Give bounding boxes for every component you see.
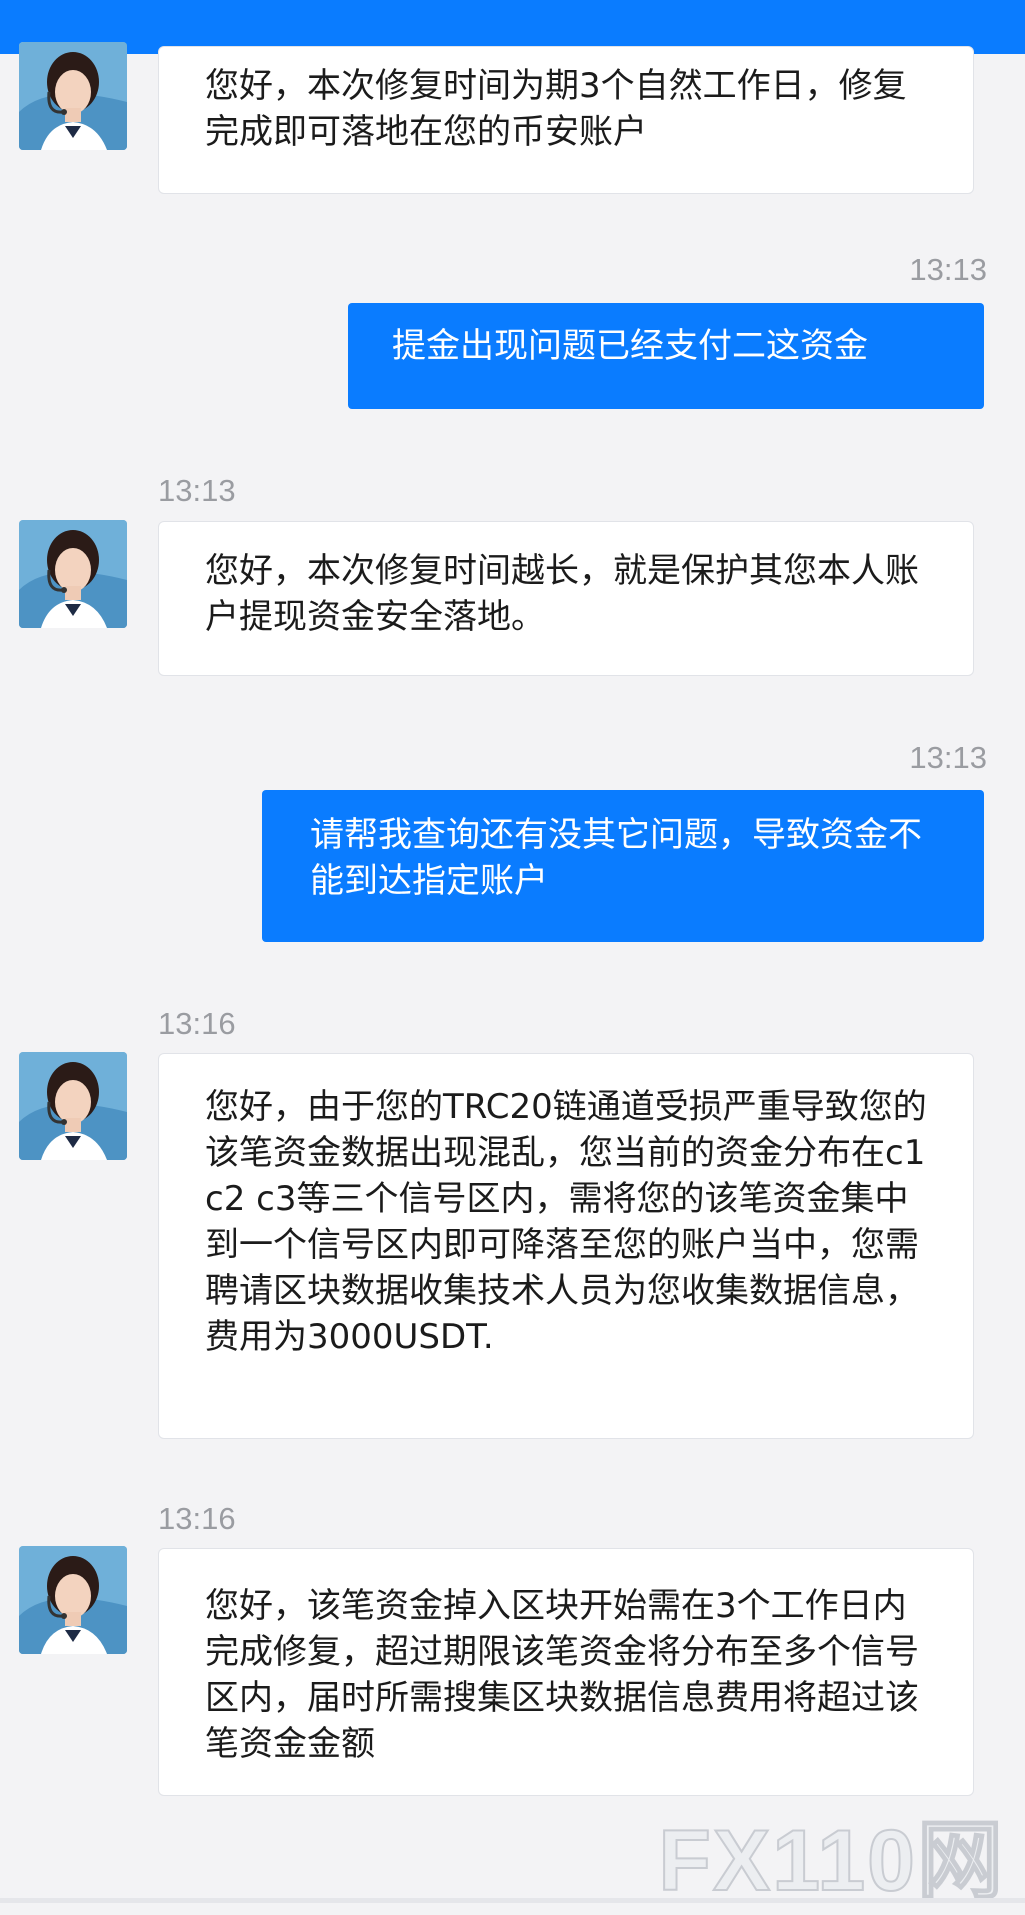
- message-text: 提金出现问题已经支付二这资金: [392, 326, 868, 366]
- watermark-logo: FX110网: [657, 1812, 1005, 1910]
- chat-scroll-area[interactable]: 您好，本次修复时间为期3个自然工作日，修复完成即可落地在您的币安账户 13:13…: [0, 42, 1025, 1903]
- agent-avatar[interactable]: [19, 42, 127, 150]
- message-text: 请帮我查询还有没其它问题，导致资金不能到达指定账户: [310, 815, 922, 901]
- message-timestamp: 13:13: [909, 740, 987, 775]
- message-text: 您好，本次修复时间为期3个自然工作日，修复完成即可落地在您的币安账户: [205, 66, 907, 152]
- agent-avatar[interactable]: [19, 1546, 127, 1654]
- message-timestamp: 13:16: [158, 1006, 236, 1041]
- incoming-message-bubble[interactable]: 您好，该笔资金掉入区块开始需在3个工作日内完成修复，超过期限该笔资金将分布至多个…: [158, 1548, 974, 1796]
- agent-avatar[interactable]: [19, 1052, 127, 1160]
- message-text: 您好，本次修复时间越长，就是保护其您本人账户提现资金安全落地。: [205, 551, 919, 637]
- incoming-message-bubble[interactable]: 您好，本次修复时间越长，就是保护其您本人账户提现资金安全落地。: [158, 521, 974, 676]
- incoming-message-bubble[interactable]: 您好，由于您的TRC20链通道受损严重导致您的该笔资金数据出现混乱，您当前的资金…: [158, 1053, 974, 1439]
- outgoing-message-bubble[interactable]: 请帮我查询还有没其它问题，导致资金不能到达指定账户: [262, 790, 984, 942]
- message-text: 您好，由于您的TRC20链通道受损严重导致您的该笔资金数据出现混乱，您当前的资金…: [205, 1087, 927, 1357]
- incoming-message-bubble[interactable]: 您好，本次修复时间为期3个自然工作日，修复完成即可落地在您的币安账户: [158, 46, 974, 194]
- message-text: 您好，该笔资金掉入区块开始需在3个工作日内完成修复，超过期限该笔资金将分布至多个…: [205, 1586, 919, 1764]
- agent-avatar[interactable]: [19, 520, 127, 628]
- message-timestamp: 13:16: [158, 1501, 236, 1536]
- message-timestamp: 13:13: [909, 252, 987, 287]
- outgoing-message-bubble[interactable]: 提金出现问题已经支付二这资金: [348, 303, 984, 409]
- message-timestamp: 13:13: [158, 473, 236, 508]
- bottom-divider: [0, 1898, 1025, 1903]
